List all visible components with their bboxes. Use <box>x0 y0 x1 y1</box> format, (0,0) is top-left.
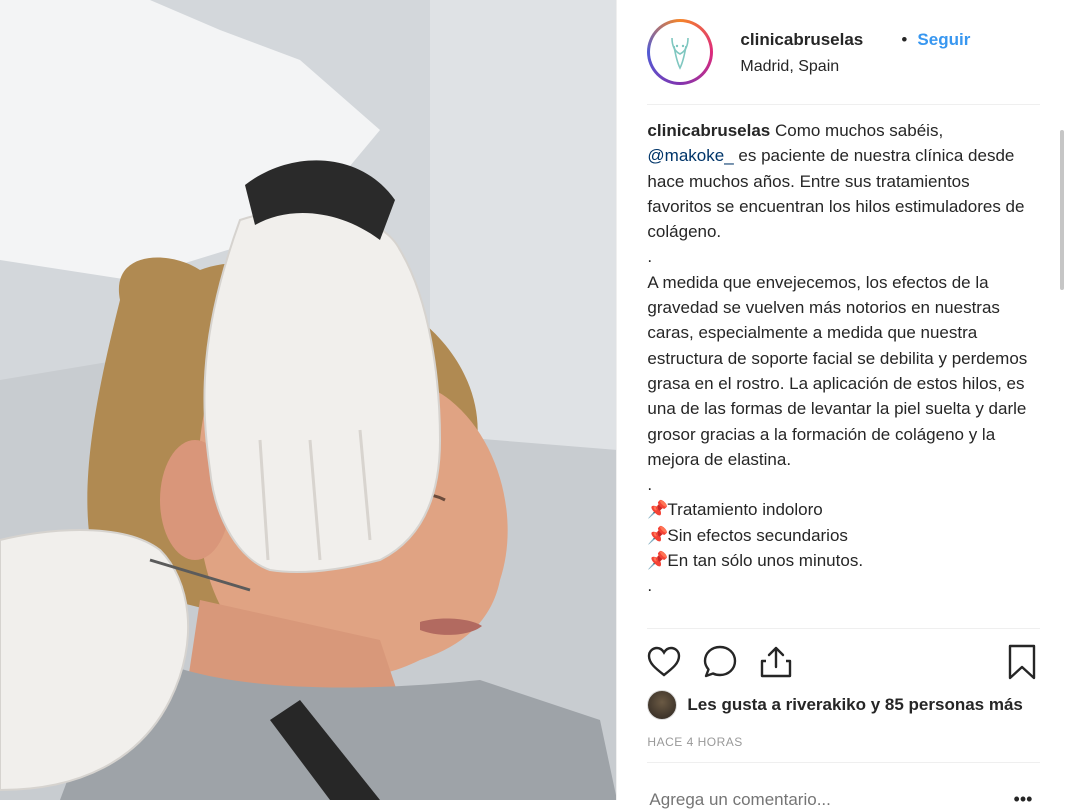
caption-scrollbar[interactable] <box>1060 130 1064 290</box>
mention-link[interactable]: @makoke_ <box>647 146 733 165</box>
caption-bullet: 📌En tan sólo unos minutos. <box>647 548 1027 573</box>
post-username[interactable]: clinicabruselas <box>740 30 863 50</box>
follow-button[interactable]: Seguir <box>917 30 970 50</box>
caption-paragraph-2: A medida que envejecemos, los efectos de… <box>647 272 1028 469</box>
liker-avatar[interactable] <box>647 690 678 720</box>
caption-dot-3: . <box>647 576 653 596</box>
pushpin-icon: 📌 <box>647 500 669 520</box>
likes-text[interactable]: Les gusta a riverakiko y 85 personas más <box>687 695 1022 715</box>
avatar-logo-icon <box>650 22 711 82</box>
caption-bullet: 📌Tratamiento indoloro <box>647 497 1027 522</box>
avatar[interactable] <box>647 19 714 85</box>
action-bar <box>645 628 1041 689</box>
post-caption: clinicabruselas Como muchos sabéis, @mak… <box>647 118 1027 624</box>
post-location[interactable]: Madrid, Spain <box>740 58 839 76</box>
post-header: clinicabruselas • Seguir Madrid, Spain <box>647 14 1041 105</box>
comment-input[interactable] <box>647 789 1012 811</box>
pushpin-icon: 📌 <box>647 525 669 545</box>
caption-dot-2: . <box>647 475 653 495</box>
caption-text-start: Como muchos sabéis, <box>770 121 944 140</box>
post-photo-illustration <box>0 0 617 800</box>
caption-dot-1: . <box>647 247 653 267</box>
instagram-post: clinicabruselas • Seguir Madrid, Spain c… <box>0 0 1070 811</box>
pushpin-icon: 📌 <box>647 551 669 571</box>
post-photo[interactable] <box>0 0 617 800</box>
post-timestamp[interactable]: HACE 4 HORAS <box>647 735 742 749</box>
caption-bullet: 📌Sin efectos secundarios <box>647 523 1027 548</box>
bookmark-icon[interactable] <box>1003 643 1041 681</box>
separator-dot: • <box>901 30 908 49</box>
caption-author[interactable]: clinicabruselas <box>647 121 770 140</box>
likes-summary[interactable]: Les gusta a riverakiko y 85 personas más <box>647 690 1023 720</box>
comment-box: ••• <box>647 762 1041 811</box>
comment-icon[interactable] <box>701 643 739 681</box>
post-side-panel: clinicabruselas • Seguir Madrid, Spain c… <box>616 0 1070 811</box>
share-icon[interactable] <box>757 643 795 681</box>
heart-icon[interactable] <box>645 643 683 681</box>
